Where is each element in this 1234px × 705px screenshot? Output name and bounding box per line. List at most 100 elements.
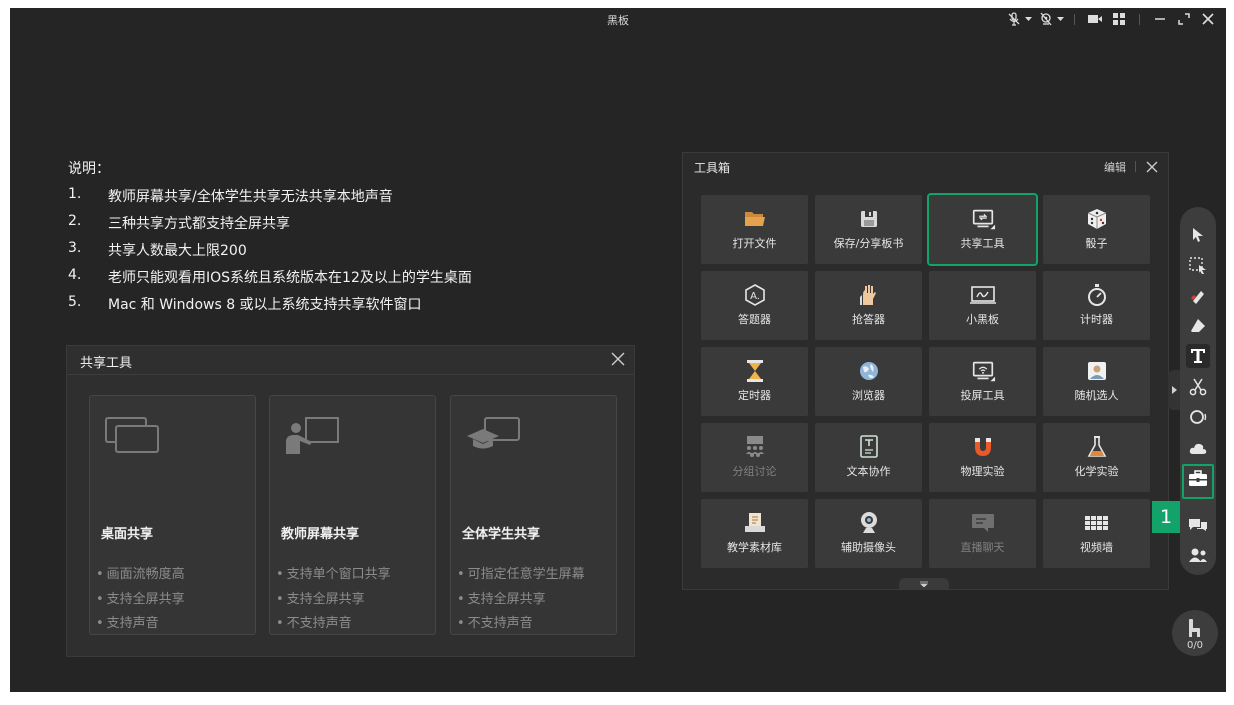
feature-list: 支持单个窗口共享 支持全屏共享 不支持声音 (276, 563, 391, 637)
save-icon (856, 207, 882, 231)
desktop-share-card[interactable]: 桌面共享 画面流畅度高 支持全屏共享 支持声音 (89, 395, 256, 635)
divider (1074, 13, 1075, 25)
tool-group-discussion[interactable]: 分组讨论 (701, 423, 808, 492)
seat-widget[interactable]: 0/0 (1172, 610, 1218, 656)
material-icon (742, 511, 768, 535)
tool-open-file[interactable]: 打开文件 (701, 195, 808, 264)
stopwatch-icon (1084, 283, 1110, 307)
toolbox-panel: 工具箱 编辑 打开文件 保存/分享板书 共享工具 骰子 A. 答题器 抢答器 小… (682, 152, 1169, 590)
chat-icon[interactable] (1186, 513, 1210, 537)
seat-icon (1186, 618, 1204, 638)
instruction-item: 2. 三种共享方式都支持全屏共享 (68, 213, 290, 232)
all-students-share-card[interactable]: 全体学生共享 可指定任意学生屏幕 支持全屏共享 不支持声音 (450, 395, 617, 635)
webcam-icon (856, 511, 882, 535)
small-board-icon (969, 283, 996, 307)
close-icon[interactable] (1145, 159, 1159, 173)
chevron-down-icon[interactable] (1056, 10, 1064, 28)
blackboard-window: 黑板 说明： 1. 教师屏幕共享/全体学生共享无法共享本地声音 2. 三种共享方… (10, 8, 1226, 692)
magnet-icon (970, 435, 996, 459)
desktop-share-icon (102, 414, 162, 458)
participants-icon[interactable] (1186, 543, 1210, 567)
collapse-handle[interactable] (899, 578, 949, 590)
instruction-item: 5. Mac 和 Windows 8 或以上系统支持共享软件窗口 (68, 294, 422, 313)
fullscreen-icon[interactable] (1174, 10, 1194, 28)
select-pointer-icon[interactable] (1186, 223, 1210, 247)
group-discussion-icon (742, 435, 768, 459)
step-badge: 1 (1152, 501, 1180, 533)
toolbox-highlight (1182, 464, 1214, 499)
pen-icon[interactable] (1186, 284, 1210, 308)
record-video-icon[interactable] (1085, 10, 1105, 28)
tool-share-tool[interactable]: 共享工具 (927, 193, 1038, 266)
mic-off-icon[interactable] (1004, 10, 1024, 28)
close-icon[interactable] (1198, 10, 1218, 28)
folder-icon (742, 207, 768, 231)
text-tool-icon[interactable] (1186, 344, 1210, 368)
teacher-screen-share-card[interactable]: 教师屏幕共享 支持单个窗口共享 支持全屏共享 不支持声音 (269, 395, 436, 635)
svg-text:A.: A. (750, 291, 760, 302)
share-screen-icon (970, 207, 996, 231)
toolbox-title: 工具箱 (694, 161, 731, 175)
feature-list: 画面流畅度高 支持全屏共享 支持声音 (96, 563, 185, 637)
share-tool-dialog: 共享工具 桌面共享 画面流畅度高 支持全屏共享 支持声音 教师屏幕共享 支持单个… (66, 345, 635, 657)
tool-physics-lab[interactable]: 物理实验 (929, 423, 1036, 492)
hourglass-icon (742, 359, 768, 383)
chevron-down-icon (920, 581, 928, 587)
minimize-icon[interactable] (1150, 10, 1170, 28)
video-wall-icon (1084, 511, 1110, 535)
text-collab-icon (856, 435, 882, 459)
tool-stopwatch[interactable]: 计时器 (1043, 271, 1150, 340)
edit-button[interactable]: 编辑 (1104, 159, 1126, 175)
dialog-title: 共享工具 (80, 356, 133, 371)
tool-cast-screen[interactable]: 投屏工具 (929, 347, 1036, 416)
chevron-right-icon (1171, 386, 1177, 394)
divider (1135, 161, 1136, 172)
instruction-item: 4. 老师只能观看用IOS系统且系统版本在12及以上的学生桌面 (68, 267, 472, 286)
marquee-select-icon[interactable] (1186, 254, 1210, 278)
tool-live-chat[interactable]: 直播聊天 (929, 499, 1036, 568)
tool-grid: 打开文件 保存/分享板书 共享工具 骰子 A. 答题器 抢答器 小黑板 计时器 … (701, 193, 1150, 568)
tool-save-share-board[interactable]: 保存/分享板书 (815, 195, 922, 264)
toolbar-expand-tab[interactable] (1168, 370, 1180, 410)
tool-random-pick[interactable]: 随机选人 (1043, 347, 1150, 416)
window-controls (1004, 10, 1218, 28)
seat-count: 0/0 (1186, 640, 1204, 651)
tool-timer[interactable]: 定时器 (701, 347, 808, 416)
tool-aux-camera[interactable]: 辅助摄像头 (815, 499, 922, 568)
feature-list: 可指定任意学生屏幕 支持全屏共享 不支持声音 (457, 563, 585, 637)
tool-answer-device[interactable]: A. 答题器 (701, 271, 808, 340)
divider (67, 374, 634, 375)
close-icon[interactable] (610, 351, 626, 367)
tool-browser[interactable]: 浏览器 (815, 347, 922, 416)
tool-video-wall[interactable]: 视频墙 (1043, 499, 1150, 568)
tool-dice[interactable]: 骰子 (1043, 195, 1150, 264)
tool-material-library[interactable]: 教学素材库 (701, 499, 808, 568)
layout-grid-icon[interactable] (1109, 10, 1129, 28)
instruction-item: 3. 共享人数最大上限200 (68, 240, 247, 259)
answer-icon: A. (742, 283, 768, 307)
right-toolbar (1180, 207, 1216, 575)
divider (1139, 13, 1140, 25)
shape-tool-icon[interactable] (1186, 405, 1210, 429)
instruction-item: 1. 教师屏幕共享/全体学生共享无法共享本地声音 (68, 186, 393, 205)
tool-text-collab[interactable]: 文本协作 (815, 423, 922, 492)
scissors-icon[interactable] (1186, 375, 1210, 399)
random-person-icon (1084, 359, 1110, 383)
dice-icon (1084, 207, 1110, 231)
tool-small-blackboard[interactable]: 小黑板 (929, 271, 1036, 340)
graduation-cap-icon (463, 414, 523, 458)
instructions-heading: 说明： (68, 161, 110, 177)
chevron-down-icon[interactable] (1024, 10, 1032, 28)
title-bar: 黑板 (10, 8, 1226, 30)
instructions: 说明： 1. 教师屏幕共享/全体学生共享无法共享本地声音 2. 三种共享方式都支持全… (68, 158, 472, 321)
hands-icon (856, 283, 882, 307)
tool-chemistry-lab[interactable]: 化学实验 (1043, 423, 1150, 492)
eraser-icon[interactable] (1186, 314, 1210, 338)
cloud-icon[interactable] (1186, 437, 1210, 461)
flask-icon (1084, 435, 1110, 459)
cast-icon (970, 359, 996, 383)
camera-off-icon[interactable] (1036, 10, 1056, 28)
teacher-presenting-icon (282, 414, 342, 458)
tool-buzzer[interactable]: 抢答器 (815, 271, 922, 340)
live-chat-icon (970, 511, 996, 535)
